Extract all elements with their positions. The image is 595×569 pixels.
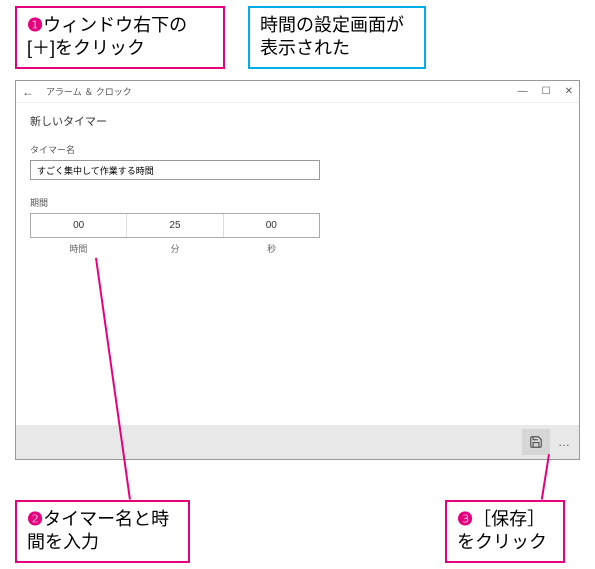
minimize-button[interactable]: —: [518, 86, 528, 97]
duration-label: 期間: [30, 196, 565, 209]
callout-number: ❶: [27, 15, 43, 35]
timer-name-input[interactable]: [30, 160, 320, 180]
seconds-unit: 秒: [223, 242, 320, 255]
bottom-toolbar: …: [16, 425, 579, 459]
callout-number: ❸: [457, 509, 473, 529]
callout-text: タイマー名と時間を入力: [27, 509, 169, 552]
window-title: アラーム ＆ クロック: [46, 85, 518, 98]
seconds-cell[interactable]: 00: [224, 214, 319, 237]
page-heading: 新しいタイマー: [30, 113, 565, 129]
duration-unit-labels: 時間 分 秒: [30, 242, 320, 255]
callout-step-1: ❶ウィンドウ右下の[＋]をクリック: [15, 6, 225, 69]
minutes-unit: 分: [127, 242, 224, 255]
duration-picker[interactable]: 00 25 00: [30, 213, 320, 238]
callout-step-2: ❷タイマー名と時間を入力: [15, 500, 190, 563]
callout-text: ウィンドウ右下の[＋]をクリック: [27, 15, 187, 58]
back-icon[interactable]: ←: [22, 85, 34, 99]
window-content: 新しいタイマー タイマー名 期間 00 25 00 時間 分 秒: [16, 103, 579, 425]
titlebar: ← アラーム ＆ クロック — ☐ ✕: [16, 81, 579, 103]
timer-name-label: タイマー名: [30, 143, 565, 156]
alarms-clock-window: ← アラーム ＆ クロック — ☐ ✕ 新しいタイマー タイマー名 期間 00 …: [15, 80, 580, 460]
callout-step-3: ❸［保存］をクリック: [445, 500, 565, 563]
maximize-button[interactable]: ☐: [542, 86, 551, 97]
save-button[interactable]: [522, 429, 550, 455]
hours-unit: 時間: [30, 242, 127, 255]
callout-result: 時間の設定画面が表示された: [248, 6, 426, 69]
save-icon: [529, 435, 543, 449]
hours-cell[interactable]: 00: [31, 214, 127, 237]
minutes-cell[interactable]: 25: [127, 214, 223, 237]
callout-text: 時間の設定画面が表示された: [260, 15, 404, 58]
close-button[interactable]: ✕: [565, 86, 573, 97]
window-controls: — ☐ ✕: [518, 86, 573, 97]
more-button[interactable]: …: [558, 435, 571, 449]
callout-line-3: [541, 454, 550, 500]
callout-number: ❷: [27, 509, 43, 529]
